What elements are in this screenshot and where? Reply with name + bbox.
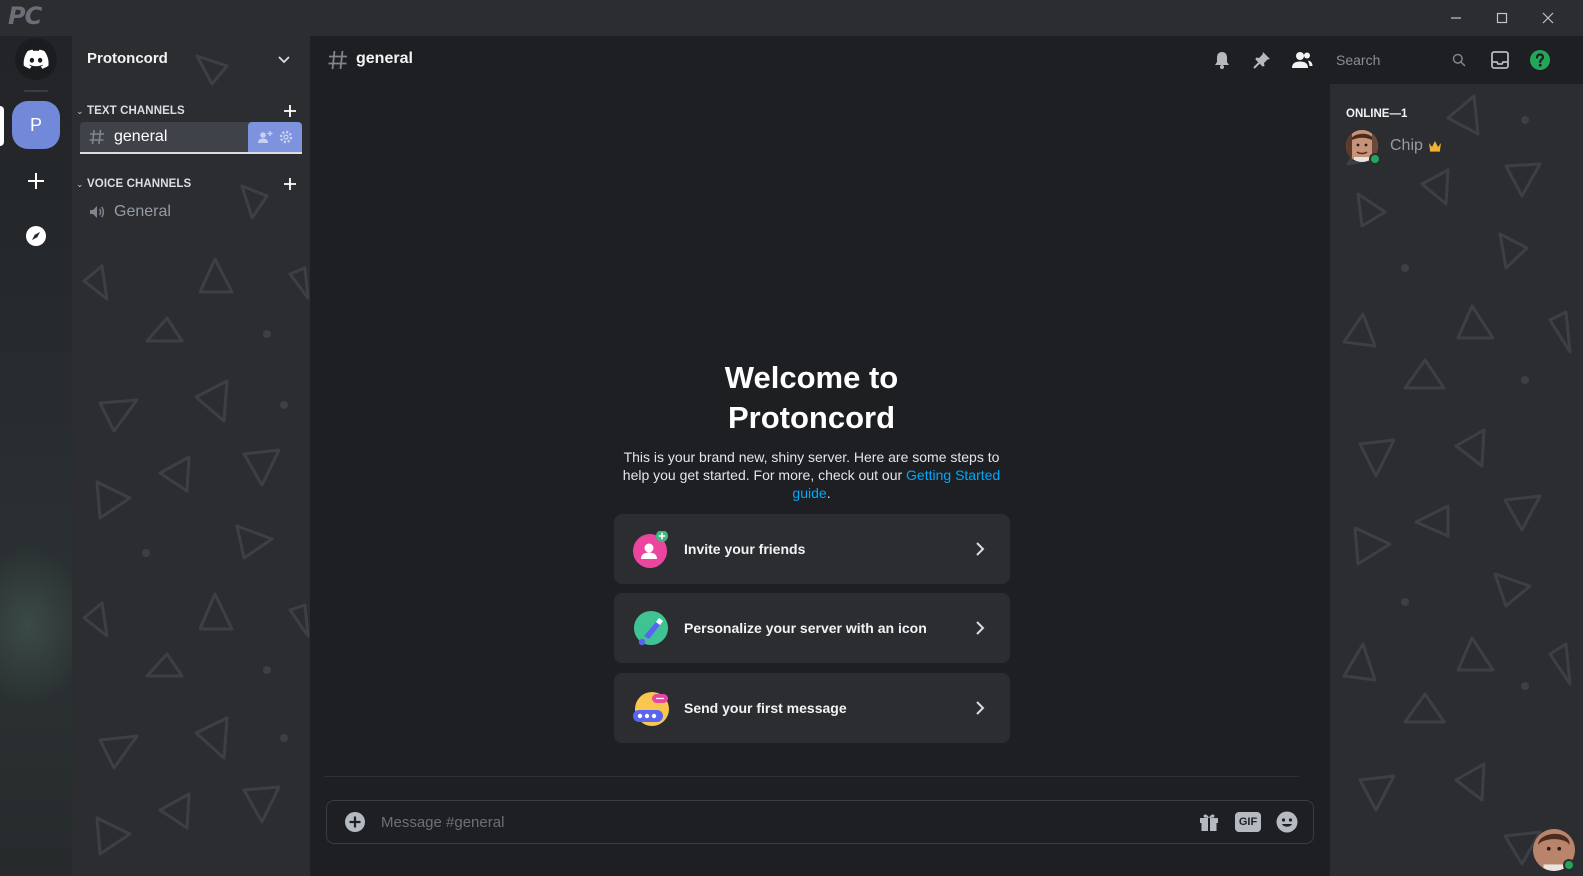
gif-button[interactable]: GIF (1235, 809, 1261, 835)
card-label: Invite your friends (684, 541, 806, 557)
gift-icon (1200, 814, 1218, 831)
channel-label: General (114, 203, 171, 220)
close-button[interactable] (1525, 0, 1571, 36)
emoji-icon (1276, 811, 1298, 833)
card-label: Personalize your server with an icon (684, 620, 927, 636)
member-list-button[interactable] (1290, 48, 1314, 72)
channel-general[interactable]: general (80, 122, 302, 154)
hash-icon (88, 128, 108, 146)
crown-icon (1428, 141, 1441, 152)
compass-icon (26, 226, 46, 246)
home-button[interactable] (15, 38, 57, 80)
plus-icon (28, 173, 44, 189)
gear-icon[interactable] (279, 130, 293, 144)
avatar (1346, 130, 1381, 165)
gif-label: GIF (1238, 816, 1258, 828)
channel-header: general Search (310, 36, 1583, 84)
attach-plus-icon[interactable] (343, 810, 367, 834)
send-message-icon (632, 690, 669, 726)
channel-sidebar: Protoncord ⌄ TEXT CHANNELS general ⌄ VOI… (72, 36, 310, 876)
server-header[interactable]: Protoncord (72, 36, 310, 84)
channel-actions (248, 122, 302, 152)
invite-friends-card[interactable]: Invite your friends (614, 514, 1010, 584)
category-voice-channels[interactable]: ⌄ VOICE CHANNELS (76, 175, 298, 193)
card-label: Send your first message (684, 700, 847, 716)
member-list: ONLINE—1 Chip (1330, 84, 1583, 876)
explore-servers-button[interactable] (24, 224, 48, 248)
invite-friends-icon (632, 530, 668, 568)
title-bar: PC (0, 0, 1583, 36)
chevron-right-icon (976, 621, 985, 635)
add-server-button[interactable] (22, 167, 50, 195)
rail-separator (24, 90, 48, 92)
members-icon (1292, 52, 1313, 68)
channel-voice-general[interactable]: General (80, 196, 302, 228)
chevron-right-icon (976, 701, 985, 715)
maximize-button[interactable] (1479, 0, 1525, 36)
message-composer[interactable]: Message #general GIF (326, 800, 1314, 844)
help-icon (1530, 50, 1550, 70)
invite-user-icon[interactable] (257, 129, 273, 145)
server-name: Protoncord (87, 50, 168, 67)
gift-button[interactable] (1196, 809, 1222, 835)
speaker-icon (88, 203, 108, 221)
inbox-button[interactable] (1488, 48, 1512, 72)
welcome-title: Welcome to Protoncord (724, 360, 899, 435)
close-icon (1542, 12, 1554, 24)
discord-icon (23, 49, 49, 69)
search-icon (1452, 53, 1466, 67)
create-channel-button[interactable] (282, 175, 298, 193)
notification-settings-button[interactable] (1210, 48, 1234, 72)
user-status-indicator (1563, 859, 1575, 871)
personalize-icon (632, 610, 668, 646)
search-input[interactable]: Search (1326, 47, 1476, 73)
welcome-text-end: . (826, 485, 831, 501)
app-logo: PC (8, 2, 42, 30)
background-pattern (82, 54, 310, 856)
welcome-section: Welcome to Protoncord This is your brand… (310, 358, 1313, 502)
channel-title: general (356, 50, 413, 67)
welcome-description: This is your brand new, shiny server. He… (617, 448, 1007, 502)
server-rail: P (0, 36, 72, 876)
member-item[interactable]: Chip (1346, 128, 1442, 165)
caret-down-icon: ⌄ (76, 178, 84, 189)
caret-down-icon: ⌄ (76, 105, 84, 116)
server-icon-protoncord[interactable]: P (12, 101, 60, 149)
online-heading: ONLINE—1 (1346, 108, 1408, 120)
online-status-indicator (1369, 153, 1381, 165)
member-name: Chip (1390, 137, 1423, 154)
gif-icon: GIF (1235, 812, 1261, 832)
channel-label: general (114, 128, 168, 145)
personalize-server-card[interactable]: Personalize your server with an icon (614, 593, 1010, 663)
create-channel-button[interactable] (282, 102, 298, 120)
background-pattern (1342, 94, 1572, 866)
category-text-channels[interactable]: ⌄ TEXT CHANNELS (76, 102, 298, 120)
pinned-messages-button[interactable] (1250, 48, 1274, 72)
maximize-icon (1496, 12, 1508, 24)
minimize-icon (1451, 17, 1461, 19)
message-input[interactable]: Message #general (381, 814, 1196, 831)
minimize-button[interactable] (1433, 0, 1479, 36)
bell-icon (1215, 52, 1229, 69)
category-label: VOICE CHANNELS (87, 178, 192, 190)
inbox-icon (1491, 51, 1509, 69)
category-label: TEXT CHANNELS (87, 105, 185, 117)
hash-icon (328, 50, 347, 70)
pin-icon (1253, 52, 1270, 69)
send-first-message-card[interactable]: Send your first message (614, 673, 1010, 743)
search-placeholder: Search (1336, 52, 1381, 68)
active-server-indicator (0, 106, 4, 146)
help-button[interactable] (1528, 48, 1552, 72)
chevron-down-icon (278, 56, 290, 64)
emoji-button[interactable] (1274, 809, 1300, 835)
chat-area: general Search Welcome to Protoncord Thi… (310, 36, 1550, 876)
messages-divider (324, 776, 1299, 777)
chevron-right-icon (976, 542, 985, 556)
